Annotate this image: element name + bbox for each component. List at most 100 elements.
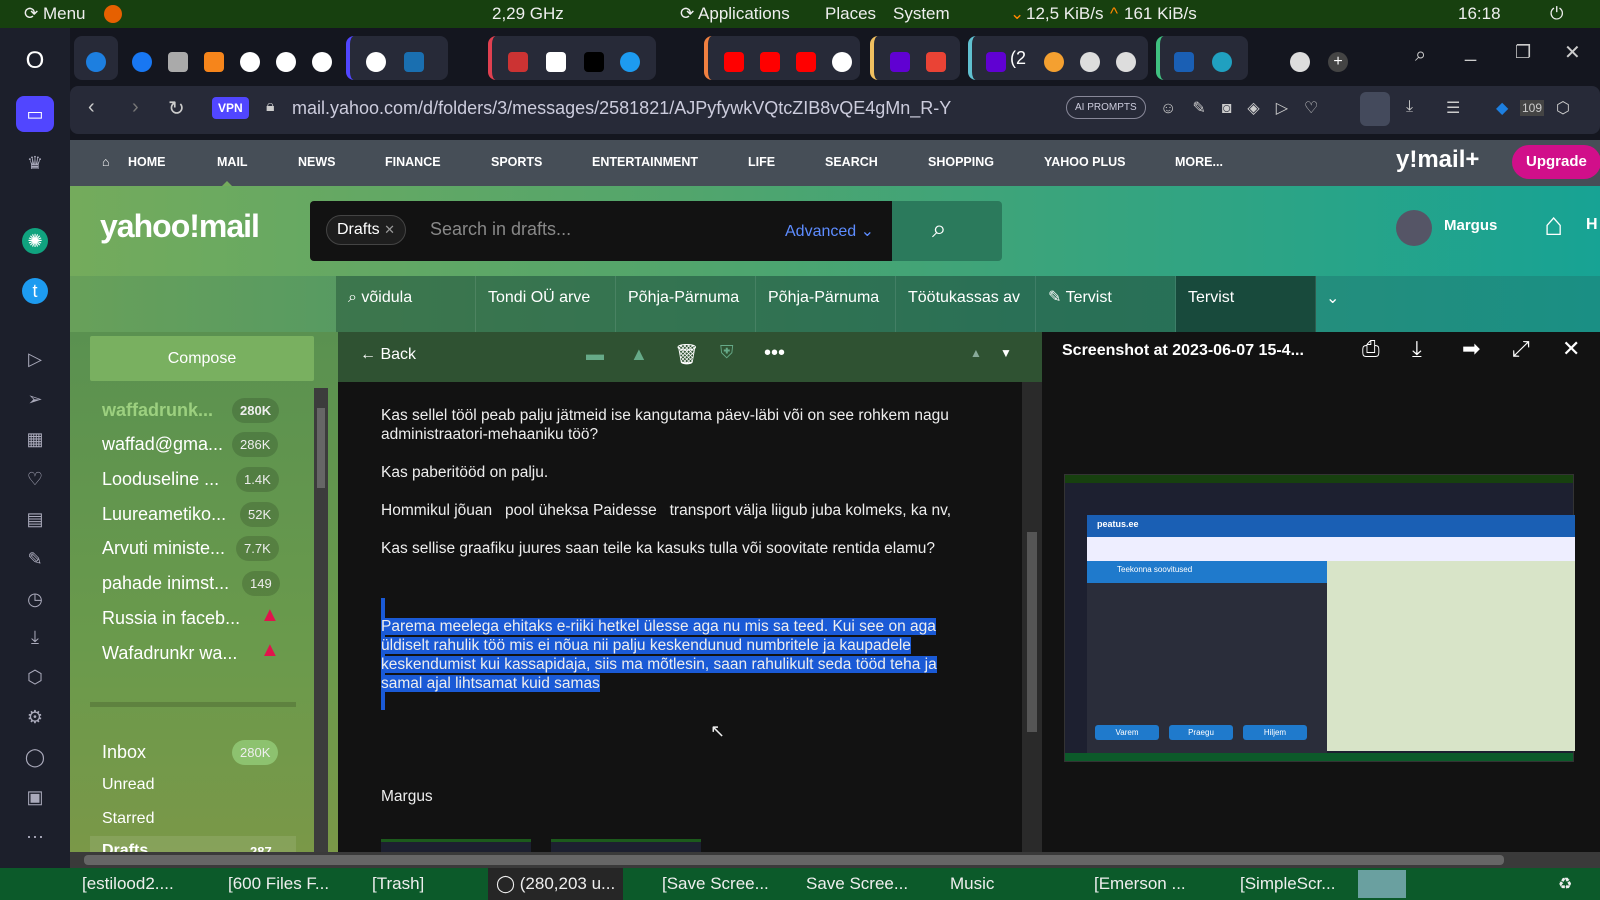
account-item[interactable]: Arvuti ministe...: [102, 538, 225, 559]
back-nav-icon[interactable]: ‹: [88, 96, 95, 119]
attachment-thumbnail[interactable]: [551, 839, 701, 852]
tab-group[interactable]: [870, 36, 960, 80]
message-body[interactable]: Kas sellel tööl peab palju jätmeid ise k…: [338, 382, 1022, 852]
nav-life[interactable]: LIFE: [748, 155, 775, 169]
fullscreen-icon[interactable]: ⤢: [1512, 336, 1530, 362]
previous-message-icon[interactable]: ▲: [970, 346, 982, 360]
search-input[interactable]: Search in drafts...: [430, 219, 571, 240]
yahoo-mail-logo[interactable]: yahoo!mail: [100, 208, 260, 245]
tab-group[interactable]: [704, 36, 860, 80]
nav-shopping[interactable]: SHOPPING: [928, 155, 994, 169]
search-button[interactable]: ⌕: [892, 201, 1002, 261]
tab-message[interactable]: Põhja-Pärnuma: [616, 276, 756, 332]
tab[interactable]: [1290, 52, 1310, 72]
extension-badge[interactable]: 109: [1520, 100, 1545, 116]
downloads-icon[interactable]: ⤓: [1406, 98, 1413, 116]
heart-icon[interactable]: ♡: [22, 466, 48, 492]
tab-message[interactable]: Töötukassas av: [896, 276, 1036, 332]
more-tabs-chevron-icon[interactable]: ⌄: [1326, 288, 1339, 308]
tab[interactable]: [74, 36, 118, 80]
nav-home[interactable]: HOME: [128, 155, 166, 169]
taskbar-item[interactable]: [600 Files F...: [228, 874, 329, 894]
account-item[interactable]: pahade inimst...: [102, 573, 229, 594]
folder-chip[interactable]: Drafts ✕: [326, 215, 407, 245]
avatar[interactable]: [1396, 210, 1432, 246]
message-scrollbar[interactable]: [1022, 382, 1042, 852]
nav-finance[interactable]: FINANCE: [385, 155, 441, 169]
tab-group[interactable]: [1156, 36, 1248, 80]
opera-logo-icon[interactable]: O: [22, 48, 48, 74]
opera-taskbar-icon[interactable]: [1358, 870, 1406, 898]
account-item[interactable]: Wafadrunkr wa...: [102, 643, 237, 664]
folder-starred[interactable]: Starred: [102, 810, 154, 828]
extension-icon[interactable]: ◆: [1496, 98, 1508, 118]
ymail-plus-logo[interactable]: y!mail+: [1396, 146, 1479, 174]
clock[interactable]: 16:18: [1458, 4, 1501, 24]
taskbar-item[interactable]: Save Scree...: [806, 874, 908, 894]
tab-active[interactable]: Tervist: [1176, 276, 1316, 332]
folder-inbox[interactable]: Inbox: [102, 742, 146, 763]
account-item[interactable]: Luureametiko...: [102, 504, 226, 525]
print-icon[interactable]: ⎙: [1362, 336, 1380, 362]
reload-icon[interactable]: ↻: [168, 96, 185, 121]
chatgpt-icon[interactable]: ✺: [22, 228, 48, 254]
tab-group[interactable]: (2: [968, 36, 1148, 80]
taskbar-item[interactable]: [Emerson ...: [1094, 874, 1186, 894]
power-icon[interactable]: ⏻: [1550, 4, 1563, 24]
places-menu[interactable]: Places: [825, 4, 876, 24]
menu-button[interactable]: ⟳ Menu: [24, 4, 86, 24]
trash-icon[interactable]: ♻: [1558, 874, 1572, 894]
next-message-icon[interactable]: ▼: [1000, 346, 1012, 360]
edit-icon[interactable]: ✎: [22, 546, 48, 572]
twitter-icon[interactable]: t: [22, 278, 48, 304]
cube-icon[interactable]: ⬡: [1556, 98, 1570, 118]
close-preview-icon[interactable]: ✕: [1562, 336, 1580, 362]
home-link[interactable]: H: [1586, 216, 1598, 234]
url-field[interactable]: mail.yahoo.com/d/folders/3/messages/2581…: [292, 98, 951, 119]
archive-icon[interactable]: ▬: [586, 344, 604, 365]
tab-draft[interactable]: ✎ Tervist: [1036, 276, 1176, 332]
taskbar-item[interactable]: [estilood2....: [82, 874, 174, 894]
firefox-icon[interactable]: [104, 5, 122, 23]
nav-yahoo-plus[interactable]: YAHOO PLUS: [1044, 155, 1126, 169]
cube-icon[interactable]: ⬡: [22, 664, 48, 690]
resize-handle[interactable]: [90, 702, 296, 707]
account-item[interactable]: waffadrunk...: [102, 400, 213, 421]
profile-icon[interactable]: [1360, 92, 1390, 126]
attachment-thumbnail[interactable]: [381, 839, 531, 852]
remove-chip-icon[interactable]: ✕: [384, 222, 395, 237]
taskbar-item-active[interactable]: ◯ (280,203 u...: [488, 868, 624, 900]
new-tab-button[interactable]: +: [1328, 52, 1348, 72]
taskbar-item[interactable]: [Save Scree...: [662, 874, 769, 894]
horizontal-scrollbar[interactable]: [70, 852, 1600, 868]
sidebar-scrollbar[interactable]: [314, 388, 328, 852]
delete-icon[interactable]: 🗑︎: [674, 342, 699, 367]
move-icon[interactable]: ▲: [630, 344, 648, 365]
send-icon[interactable]: ➢: [22, 386, 48, 412]
apps-icon[interactable]: ▦: [22, 426, 48, 452]
settings-icon[interactable]: ⚙: [22, 704, 48, 730]
forward-icon[interactable]: ➡: [1462, 336, 1480, 362]
more-icon[interactable]: ⋯: [22, 824, 48, 850]
tab-group[interactable]: [488, 36, 656, 80]
nav-mail[interactable]: MAIL: [217, 155, 248, 169]
lock-icon[interactable]: 🔒︎: [266, 98, 275, 116]
tab-search[interactable]: ⌕ võidula: [336, 276, 476, 332]
nav-news[interactable]: NEWS: [298, 155, 336, 169]
account-item[interactable]: waffad@gma...: [102, 434, 223, 455]
taskbar-item[interactable]: [Trash]: [372, 874, 424, 894]
more-actions-icon[interactable]: •••: [764, 342, 785, 365]
address-actions[interactable]: ☺✎◙◈▷♡: [1160, 98, 1334, 118]
vpn-badge[interactable]: VPN: [212, 97, 249, 119]
restore-button[interactable]: ❐: [1515, 42, 1531, 63]
screenshot-thumbnail[interactable]: peatus.ee Teekonna soovitused Varem Prae…: [1064, 474, 1575, 762]
download-icon[interactable]: ⤓: [1412, 336, 1422, 362]
taskbar-item[interactable]: [SimpleScr...: [1240, 874, 1335, 894]
history-icon[interactable]: ◷: [22, 586, 48, 612]
applications-menu[interactable]: ⟳ Applications: [680, 4, 790, 24]
home-icon[interactable]: ⌂: [1544, 206, 1563, 243]
nav-entertainment[interactable]: ENTERTAINMENT: [592, 155, 698, 169]
advanced-search-button[interactable]: Advanced ⌄: [785, 221, 874, 241]
search-tabs-icon[interactable]: ⌕: [1415, 44, 1426, 67]
tab-message[interactable]: Tondi OÜ arve: [476, 276, 616, 332]
